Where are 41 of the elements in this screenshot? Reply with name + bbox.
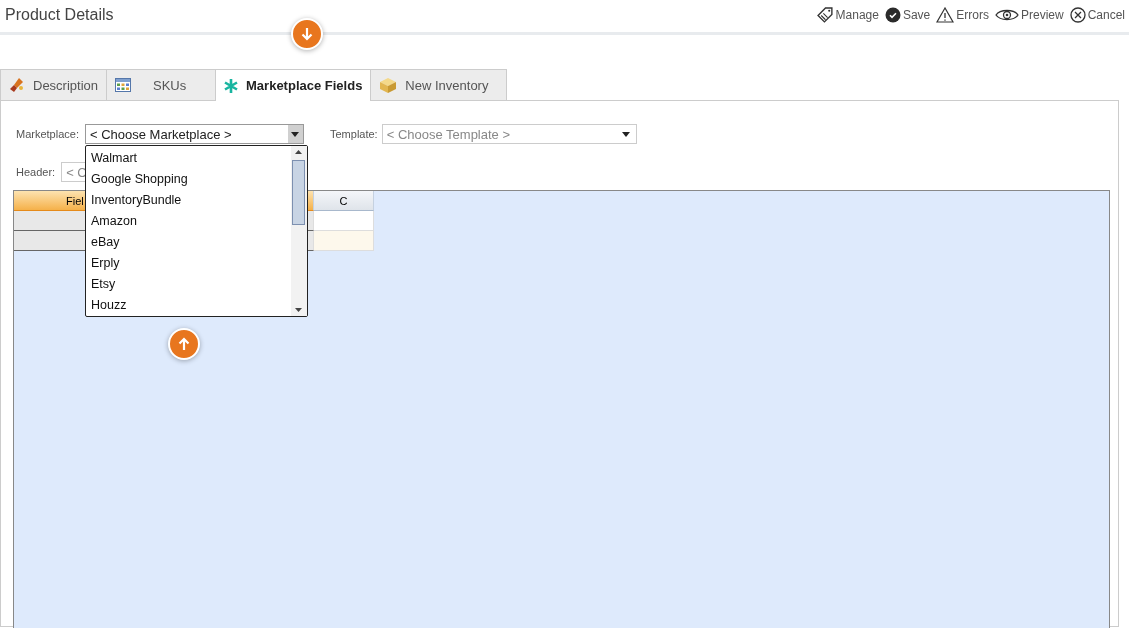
arrow-down-icon <box>300 27 314 41</box>
scroll-up-icon <box>295 150 303 154</box>
asterisk-icon <box>224 78 239 93</box>
manage-button[interactable]: Manage <box>816 6 879 24</box>
page-title: Product Details <box>5 6 114 24</box>
tag-icon <box>816 6 834 24</box>
box-icon <box>379 77 398 93</box>
warning-icon <box>936 7 955 23</box>
dropdown-option[interactable]: eBay <box>86 233 291 254</box>
check-circle-icon <box>884 7 901 23</box>
field-label: Header: <box>16 166 56 178</box>
dropdown-option[interactable]: Google Shopping <box>86 170 291 191</box>
tab[interactable]: Description <box>0 69 108 100</box>
table-icon <box>115 78 132 92</box>
column-header[interactable]: C <box>314 191 374 211</box>
dropdown-option[interactable]: Houzz <box>86 296 291 317</box>
eye-icon <box>994 8 1019 22</box>
tab[interactable]: SKUs <box>106 69 217 100</box>
template-dropdown[interactable]: < Choose Template > <box>381 124 637 144</box>
preview-button[interactable]: Preview <box>994 8 1064 22</box>
field-label: Template: <box>330 128 378 140</box>
tab[interactable]: New Inventory <box>370 69 508 100</box>
cancel-button[interactable]: Cancel <box>1069 7 1125 23</box>
field-label: Marketplace: <box>16 128 79 140</box>
caret-icon <box>291 131 300 137</box>
scrollbar[interactable] <box>291 146 307 316</box>
marketplace-dropdown[interactable]: < Choose Marketplace > <box>85 124 304 144</box>
scroll-down-icon <box>295 308 303 312</box>
dropdown-option[interactable]: Etsy <box>86 275 291 296</box>
scroll-down-button[interactable] <box>291 18 323 50</box>
dropdown-option[interactable]: InventoryBundle <box>86 191 291 212</box>
tab[interactable]: Marketplace Fields <box>215 69 372 101</box>
errors-button[interactable]: Errors <box>936 7 989 23</box>
close-icon <box>1069 7 1086 23</box>
dropdown-option[interactable]: Walmart <box>86 149 291 170</box>
dropdown-option[interactable]: Amazon <box>86 212 291 233</box>
paintbrush-icon <box>9 77 25 93</box>
save-button[interactable]: Save <box>884 7 931 23</box>
arrow-up-icon <box>177 337 191 351</box>
caret-icon <box>621 131 630 137</box>
dropdown-option[interactable]: Erply <box>86 254 291 275</box>
